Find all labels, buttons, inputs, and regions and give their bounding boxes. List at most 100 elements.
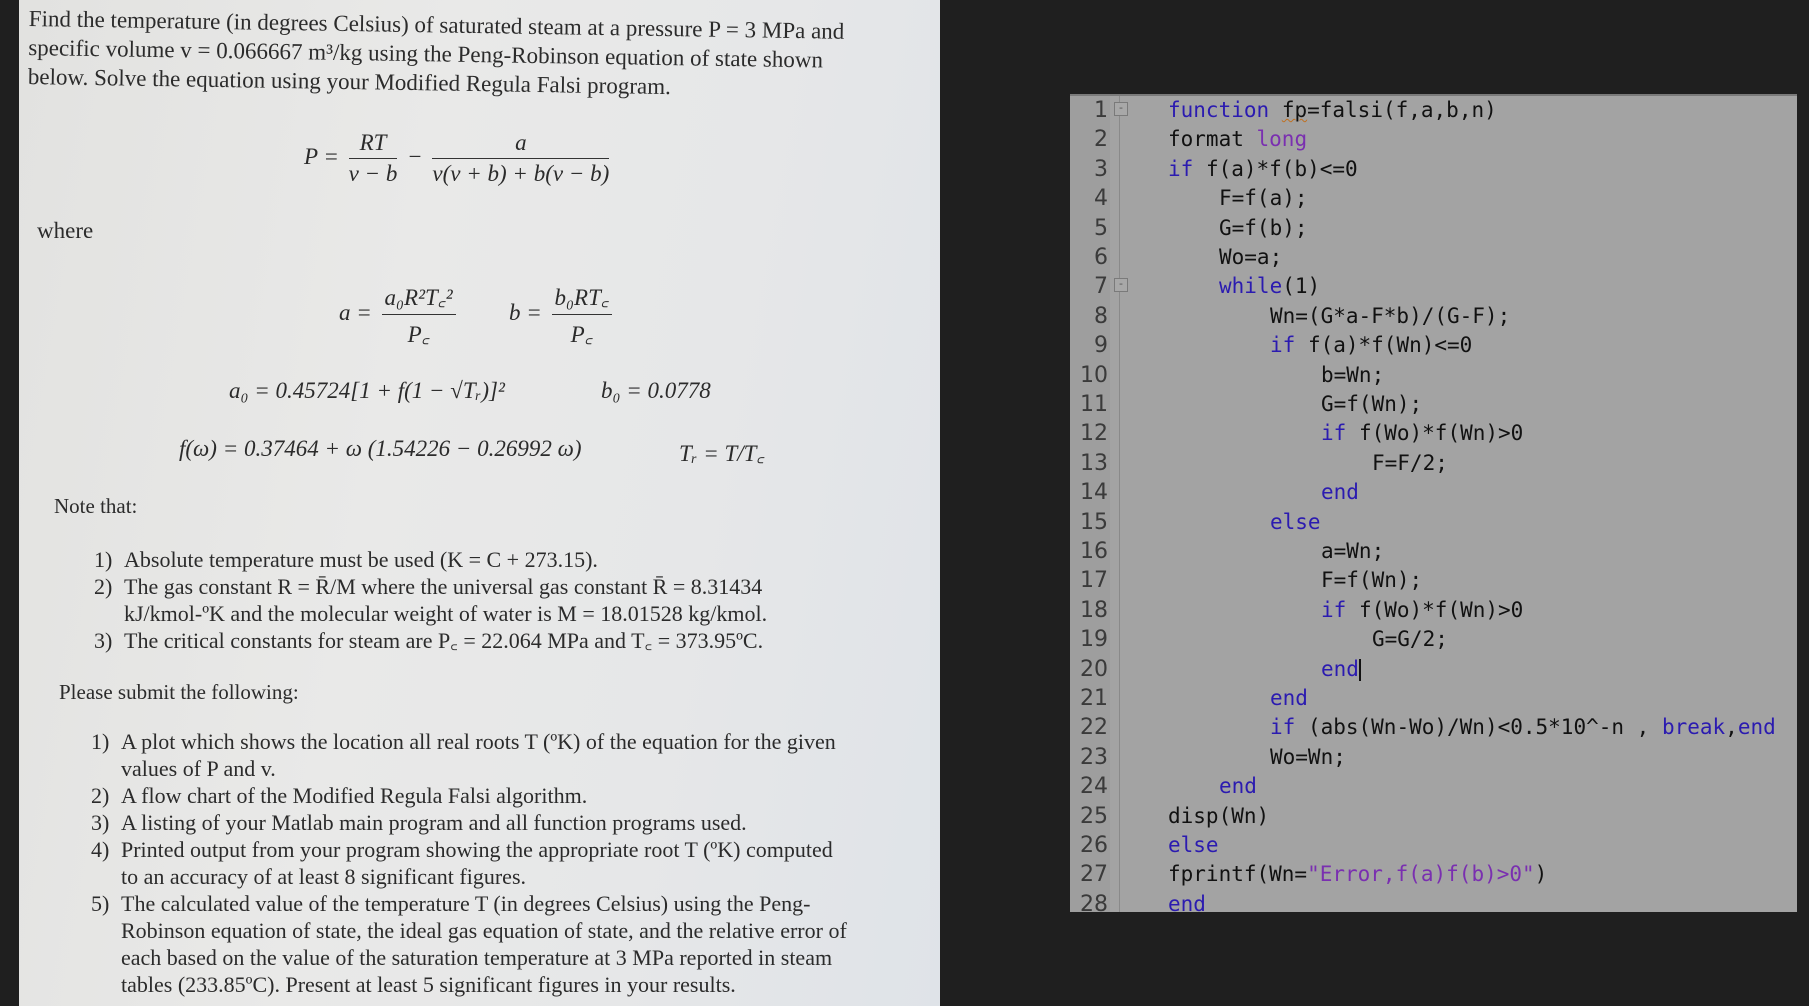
where-label: where — [37, 218, 94, 243]
fold-toggle-icon[interactable]: - — [1114, 102, 1128, 116]
code-line[interactable]: 25 disp(Wn) — [1070, 802, 1797, 831]
code-line[interactable]: 26 else — [1070, 831, 1797, 860]
code-line[interactable]: 3 if f(a)*f(b)<=0 — [1070, 155, 1797, 184]
keyword-token: if — [1168, 156, 1194, 181]
a-fraction: a₀R²T꜀² P꜀ — [381, 280, 456, 349]
code-line[interactable]: 13 F=F/2; — [1070, 449, 1797, 478]
code-line[interactable]: 14 end — [1070, 478, 1797, 507]
minus-sign: − — [407, 143, 423, 169]
line-number: 2 — [1094, 127, 1108, 153]
note-number: 2) — [94, 574, 113, 599]
note-item: 2) The gas constant R = R̄/M where the un… — [94, 573, 767, 600]
code-line[interactable]: 1- function fp=falsi(f,a,b,n) — [1070, 96, 1797, 125]
code-line[interactable]: 7- while(1) — [1070, 272, 1797, 301]
numerator: a₀R²T꜀² — [381, 280, 456, 315]
code-token: disp(Wn) — [1168, 803, 1270, 828]
submit-item: 5) The calculated value of the temperatur… — [91, 890, 847, 917]
denominator: v(v + b) + b(v − b) — [432, 161, 610, 186]
code-line[interactable]: 12 if f(Wo)*f(Wn)>0 — [1070, 419, 1797, 448]
code-line[interactable]: 15 else — [1070, 508, 1797, 537]
keyword-token: break — [1661, 715, 1726, 740]
keyword-token: if — [1270, 715, 1296, 740]
code-text: disp(Wn) — [1168, 802, 1269, 831]
b0-equation: b₀ = 0.0778 — [601, 378, 711, 403]
code-text: if (abs(Wn-Wo)/Wn)<0.5*10^-n , break,end — [1270, 713, 1776, 742]
submit-item-cont: tables (233.85ºC). Present at least 5 si… — [91, 971, 847, 998]
code-line[interactable]: 23 Wo=Wn; — [1070, 743, 1797, 772]
line-number: 22 — [1080, 715, 1108, 741]
code-line[interactable]: 28 end — [1070, 890, 1797, 912]
code-line[interactable]: 10 b=Wn; — [1070, 361, 1797, 390]
code-token: G=f(Wn); — [1321, 392, 1423, 416]
keyword-token: else — [1168, 833, 1219, 857]
line-number: 10 — [1080, 362, 1108, 388]
numerator: b₀RT꜀ — [551, 280, 612, 315]
submit-item: 4) Printed output from your program showi… — [91, 836, 847, 863]
code-token: f(a)*f(Wn)<=0 — [1295, 333, 1473, 358]
keyword-token: function — [1168, 98, 1270, 122]
string-token: "Error,f(a)f(b)>0" — [1307, 862, 1535, 887]
a0-equation: a₀ = 0.45724[1 + f(1 − √Tᵣ)]² — [229, 378, 505, 403]
code-text: else — [1270, 508, 1321, 537]
code-line[interactable]: 17 F=f(Wn); — [1070, 566, 1797, 595]
line-number: 17 — [1080, 568, 1108, 594]
code-line[interactable]: 11 G=f(Wn); — [1070, 390, 1797, 419]
assignment-photo: Find the temperature (in degrees Celsius… — [19, 0, 940, 1006]
item-number: 1) — [91, 729, 110, 754]
keyword-token: end — [1219, 774, 1257, 799]
keyword-token: end — [1168, 891, 1206, 912]
code-text: Wo=a; — [1219, 243, 1282, 272]
submit-item-cont: to an accuracy of at least 8 significant… — [91, 863, 847, 890]
line-number: 6 — [1094, 245, 1108, 270]
matlab-editor[interactable]: 1- function fp=falsi(f,a,b,n) 2 format long… — [1070, 94, 1797, 912]
code-line[interactable]: 18 if f(Wo)*f(Wn)>0 — [1070, 596, 1797, 625]
line-number: 19 — [1080, 627, 1108, 653]
code-token: =falsi(f,a,b,n) — [1307, 98, 1497, 122]
code-text: G=f(Wn); — [1321, 390, 1422, 419]
line-number: 8 — [1094, 303, 1108, 329]
code-text: function fp=falsi(f,a,b,n) — [1168, 96, 1497, 125]
code-token: F=f(Wn); — [1321, 568, 1423, 593]
code-line[interactable]: 2 format long — [1070, 125, 1797, 154]
submit-item: 2) A flow chart of the Modified Regula Fa… — [91, 782, 847, 809]
keyword-token: end — [1737, 715, 1776, 740]
submit-list: 1) A plot which shows the location all re… — [91, 728, 847, 998]
note-number: 1) — [94, 547, 113, 572]
code-text: end — [1270, 684, 1308, 713]
code-line[interactable]: 22 if (abs(Wn-Wo)/Wn)<0.5*10^-n , break,e… — [1070, 713, 1797, 742]
note-text: The critical constants for steam are P꜀ … — [124, 628, 764, 653]
code-text: G=f(b); — [1219, 214, 1308, 243]
code-line[interactable]: 6 Wo=a; — [1070, 243, 1797, 272]
item-number: 5) — [91, 891, 110, 916]
line-number: 24 — [1080, 774, 1108, 800]
submit-item-cont: values of P and v. — [91, 755, 847, 782]
code-token: ) — [1534, 862, 1548, 887]
code-line[interactable]: 24 end — [1070, 772, 1797, 801]
keyword-token: while — [1219, 274, 1283, 299]
code-line[interactable]: 16 a=Wn; — [1070, 537, 1797, 566]
keyword-token: if — [1321, 421, 1347, 446]
line-number: 14 — [1080, 480, 1108, 506]
problem-statement: Find the temperature (in degrees Celsius… — [28, 4, 845, 104]
code-line[interactable]: 20 end — [1070, 655, 1797, 684]
peng-robinson-equation: P = RT v − b − a v(v + b) + b(v − b) — [304, 130, 613, 187]
item-text: The calculated value of the temperature … — [121, 891, 811, 916]
code-text: if f(Wo)*f(Wn)>0 — [1321, 596, 1523, 625]
code-text: else — [1168, 831, 1219, 860]
keyword-token: end — [1321, 656, 1359, 681]
code-line[interactable]: 19 G=G/2; — [1070, 625, 1797, 654]
line-number: 4 — [1094, 186, 1108, 212]
code-line[interactable]: 8 Wn=(G*a-F*b)/(G-F); — [1070, 302, 1797, 331]
fold-toggle-icon[interactable]: - — [1114, 278, 1128, 293]
line-number: 3 — [1094, 156, 1108, 182]
code-line[interactable]: 4 F=f(a); — [1070, 184, 1797, 213]
code-line[interactable]: 21 end — [1070, 684, 1797, 713]
item-number: 3) — [91, 810, 110, 835]
submit-label: Please submit the following: — [59, 680, 299, 704]
denominator: v − b — [348, 161, 398, 186]
line-number: 21 — [1080, 686, 1108, 711]
code-line[interactable]: 27 fprintf(Wn="Error,f(a)f(b)>0") — [1070, 860, 1797, 889]
note-label: Note that: — [54, 494, 138, 518]
code-line[interactable]: 9 if f(a)*f(Wn)<=0 — [1070, 331, 1797, 360]
code-line[interactable]: 5 G=f(b); — [1070, 214, 1797, 243]
